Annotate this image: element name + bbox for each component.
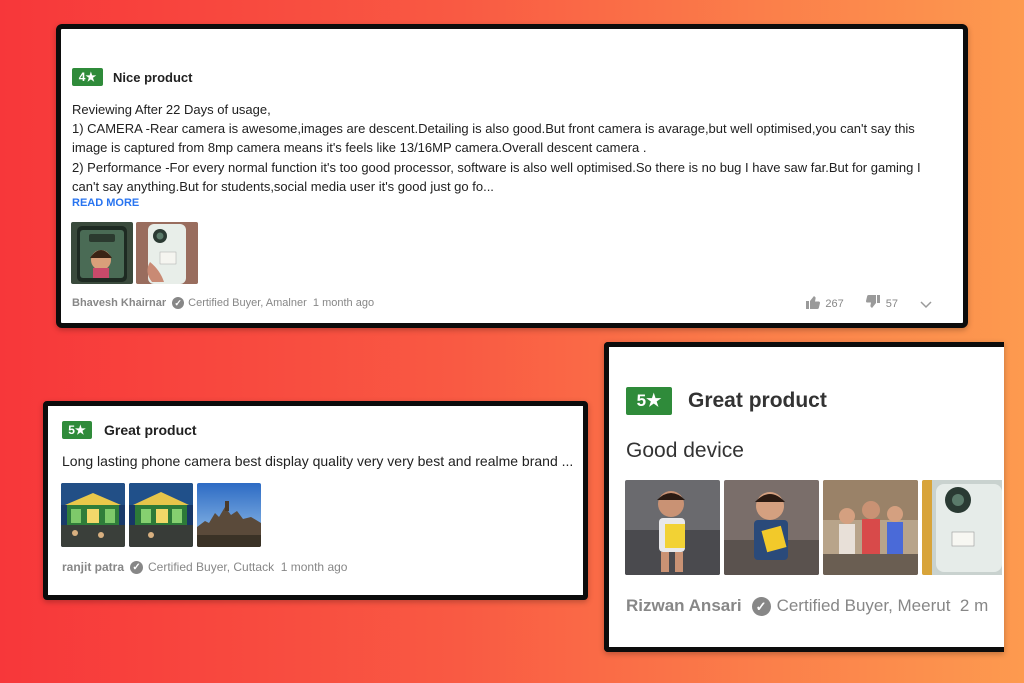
dislike-count: 57 — [885, 297, 898, 310]
rating-badge: 4★ — [72, 68, 103, 86]
review-title: Nice product — [113, 69, 193, 85]
review-photo-1[interactable] — [61, 483, 125, 547]
review-time: 2 m — [959, 596, 989, 615]
certified-buyer-label: Certified Buyer, Meerut — [776, 596, 951, 615]
check-circle-icon: ✓ — [751, 597, 771, 617]
review-photo-2[interactable] — [724, 480, 819, 575]
certified-buyer-label: Certified Buyer, Amalner — [188, 297, 307, 309]
certified-buyer-label: Certified Buyer, Cuttack — [148, 560, 275, 574]
review-header: 5★ Great product — [62, 421, 197, 439]
review-photo-1[interactable] — [71, 222, 133, 284]
review-header: 4★ Nice product — [72, 68, 192, 86]
review-photo-3[interactable] — [197, 483, 261, 547]
review-meta: Rizwan Ansari ✓ Certified Buyer, Meerut 2 … — [626, 596, 989, 617]
review-time: 1 month ago — [280, 560, 348, 574]
rating-badge: 5★ — [626, 387, 672, 415]
review-body: Good device — [626, 439, 744, 462]
review-time: 1 month ago — [312, 297, 375, 309]
review-photo-2[interactable] — [136, 222, 198, 284]
thumbs-down-icon[interactable] — [865, 295, 881, 312]
review-photo-2[interactable] — [129, 483, 193, 547]
review-meta: Bhavesh Khairnar ✓ Certified Buyer, Amalne… — [72, 297, 375, 310]
review-photo-1[interactable] — [625, 480, 720, 575]
like-count: 267 — [825, 297, 844, 310]
review-meta: ranjit patra ✓ Certified Buyer, Cuttack 1 … — [62, 560, 348, 575]
review-body-line: 1) CAMERA -Rear camera is awesome,images… — [72, 121, 915, 156]
review-body-line: Reviewing After 22 Days of usage, — [72, 102, 271, 117]
review-body: Reviewing After 22 Days of usage, 1) CAM… — [72, 100, 947, 196]
review-card-2: 5★ Great product Long lasting phone came… — [43, 401, 588, 600]
review-title: Great product — [104, 422, 197, 438]
reviewer-name: Bhavesh Khairnar — [72, 297, 167, 309]
review-photo-4[interactable] — [922, 480, 1002, 575]
review-body: Long lasting phone camera best display q… — [62, 453, 574, 469]
read-more-link[interactable]: READ MORE — [72, 197, 139, 209]
reviewer-name: Rizwan Ansari — [626, 596, 742, 615]
thumbs-up-icon[interactable] — [805, 295, 821, 312]
chevron-down-icon[interactable] — [920, 296, 932, 312]
review-card-1: 4★ Nice product Reviewing After 22 Days … — [56, 24, 968, 328]
check-circle-icon: ✓ — [172, 297, 185, 310]
reviewer-name: ranjit patra — [62, 560, 125, 574]
review-card-3: 5★ Great product Good device Rizwan Ansa… — [604, 342, 1004, 652]
rating-badge: 5★ — [62, 421, 92, 439]
review-body-line: 2) Performance -For every normal functio… — [72, 159, 921, 194]
check-circle-icon: ✓ — [130, 561, 144, 575]
review-header: 5★ Great product — [626, 387, 827, 415]
vote-controls: 267 57 — [805, 295, 937, 312]
review-title: Great product — [688, 389, 827, 412]
review-photo-3[interactable] — [823, 480, 918, 575]
